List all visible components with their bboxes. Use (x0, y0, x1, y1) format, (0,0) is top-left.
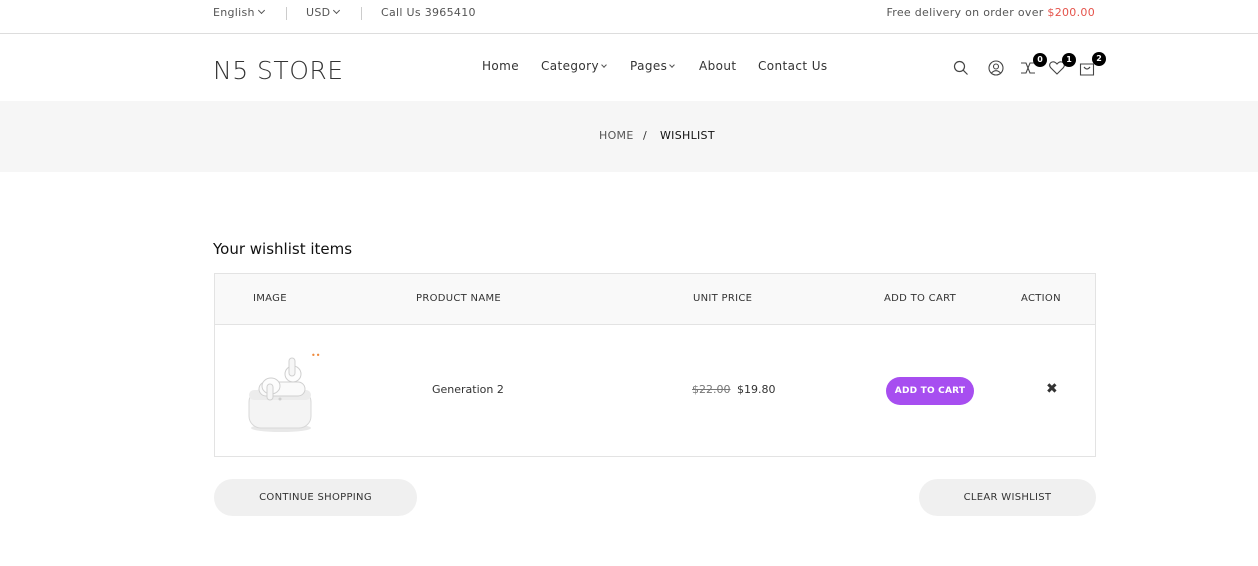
close-icon[interactable]: ✖ (1046, 381, 1058, 397)
nav-contact-us[interactable]: Contact Us (758, 59, 828, 73)
unit-price: $22.00 $19.80 (692, 383, 776, 396)
svg-text:••: •• (311, 351, 320, 360)
free-delivery-notice: Free delivery on order over $200.00 (886, 6, 1095, 19)
breadcrumb-current: WISHLIST (660, 129, 715, 142)
product-name[interactable]: Generation 2 (432, 383, 504, 396)
store-logo[interactable]: N5 STORE (213, 56, 344, 85)
nav-home[interactable]: Home (482, 59, 519, 73)
column-header-action: ACTION (1021, 293, 1061, 304)
currency-label: USD (306, 6, 331, 19)
divider (361, 7, 362, 20)
sale-price: $19.80 (737, 383, 776, 396)
nav-pages[interactable]: Pages (630, 59, 676, 73)
divider (286, 7, 287, 20)
column-header-add-to-cart: ADD TO CART (884, 293, 957, 304)
language-label: English (213, 6, 255, 19)
chevron-down-icon (333, 6, 341, 15)
add-to-cart-button[interactable]: ADD TO CART (886, 377, 974, 405)
page-title: Your wishlist items (213, 240, 353, 258)
user-icon[interactable] (987, 59, 1005, 77)
breadcrumb-separator: / (643, 129, 648, 142)
chevron-down-icon (669, 62, 676, 68)
nav-category[interactable]: Category (541, 59, 607, 73)
main-header: N5 STORE Home Category Pages About Conta… (0, 34, 1258, 101)
table-header: IMAGE PRODUCT NAME UNIT PRICE ADD TO CAR… (215, 274, 1095, 325)
breadcrumb: HOME / WISHLIST (0, 101, 1258, 172)
nav-about[interactable]: About (699, 59, 736, 73)
continue-shopping-button[interactable]: CONTINUE SHOPPING (214, 479, 417, 516)
free-delivery-amount: $200.00 (1047, 6, 1095, 19)
column-header-product-name: PRODUCT NAME (416, 293, 502, 304)
column-header-image: IMAGE (253, 293, 287, 304)
search-icon[interactable] (952, 59, 970, 77)
free-delivery-text: Free delivery on order over (886, 6, 1048, 19)
chevron-down-icon (257, 6, 265, 15)
original-price: $22.00 (692, 383, 731, 396)
nav-pages-label: Pages (630, 59, 668, 73)
wishlist-count-badge: 1 (1062, 53, 1076, 67)
currency-selector[interactable]: USD (306, 6, 341, 19)
cart-count-badge: 2 (1092, 52, 1106, 66)
breadcrumb-home[interactable]: HOME (599, 129, 634, 142)
top-bar: English USD Call Us 3965410 Free deliver… (0, 0, 1258, 34)
chevron-down-icon (601, 62, 607, 68)
compare-count-badge: 0 (1033, 53, 1047, 67)
call-us: Call Us 3965410 (381, 6, 476, 19)
nav-category-label: Category (541, 59, 600, 73)
wishlist-table: IMAGE PRODUCT NAME UNIT PRICE ADD TO CAR… (214, 273, 1096, 457)
language-selector[interactable]: English (213, 6, 265, 19)
product-image[interactable]: •• (241, 348, 331, 436)
column-header-unit-price: UNIT PRICE (693, 293, 753, 304)
clear-wishlist-button[interactable]: CLEAR WISHLIST (919, 479, 1096, 516)
